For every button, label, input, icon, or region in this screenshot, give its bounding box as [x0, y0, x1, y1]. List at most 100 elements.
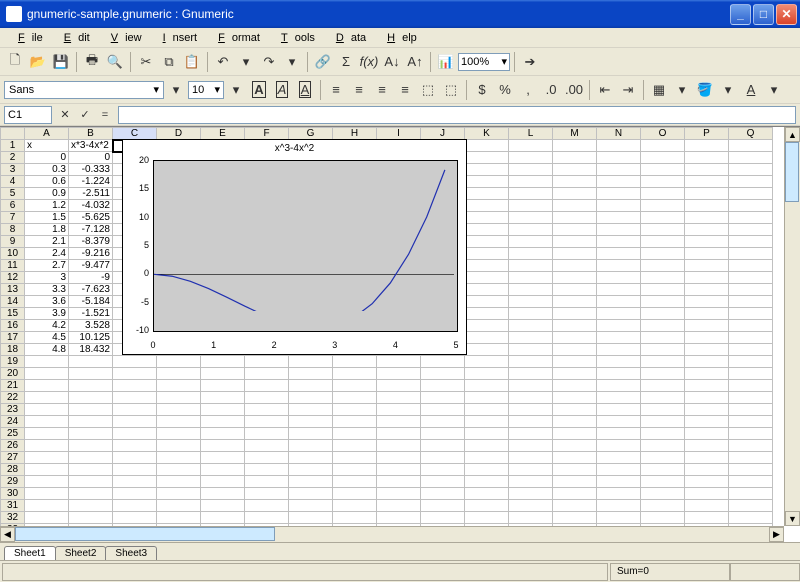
borders-button[interactable]: ▦ — [648, 79, 670, 101]
font-size-dropdown[interactable]: ▾ — [225, 79, 247, 101]
cell-E26[interactable] — [201, 440, 245, 452]
cell-E21[interactable] — [201, 380, 245, 392]
cell-M19[interactable] — [553, 356, 597, 368]
cell-H29[interactable] — [333, 476, 377, 488]
row-header-23[interactable]: 23 — [1, 404, 25, 416]
row-header-28[interactable]: 28 — [1, 464, 25, 476]
sheet-tab-sheet1[interactable]: Sheet1 — [4, 546, 56, 560]
cell-D27[interactable] — [157, 452, 201, 464]
sort-desc-button[interactable]: A↑ — [404, 51, 426, 73]
cell-M5[interactable] — [553, 188, 597, 200]
cell-P17[interactable] — [685, 332, 729, 344]
cell-N20[interactable] — [597, 368, 641, 380]
cell-A22[interactable] — [25, 392, 69, 404]
cell-E32[interactable] — [201, 512, 245, 524]
cell-A28[interactable] — [25, 464, 69, 476]
maximize-button[interactable]: □ — [753, 4, 774, 25]
cell-N16[interactable] — [597, 320, 641, 332]
cell-C30[interactable] — [113, 488, 157, 500]
cell-K29[interactable] — [465, 476, 509, 488]
cell-Q20[interactable] — [729, 368, 773, 380]
cell-Q6[interactable] — [729, 200, 773, 212]
cell-O23[interactable] — [641, 404, 685, 416]
row-header-13[interactable]: 13 — [1, 284, 25, 296]
new-button[interactable]: 🗋 — [4, 51, 26, 73]
cell-E27[interactable] — [201, 452, 245, 464]
cell-L13[interactable] — [509, 284, 553, 296]
cell-D30[interactable] — [157, 488, 201, 500]
column-header-J[interactable]: J — [421, 128, 465, 140]
column-header-F[interactable]: F — [245, 128, 289, 140]
cell-J32[interactable] — [421, 512, 465, 524]
cell-I28[interactable] — [377, 464, 421, 476]
cell-P8[interactable] — [685, 224, 729, 236]
row-header-32[interactable]: 32 — [1, 512, 25, 524]
cell-L25[interactable] — [509, 428, 553, 440]
cell-D24[interactable] — [157, 416, 201, 428]
cell-L32[interactable] — [509, 512, 553, 524]
cell-E30[interactable] — [201, 488, 245, 500]
decrease-indent-button[interactable]: ⇤ — [594, 79, 616, 101]
cell-B4[interactable]: -1.224 — [69, 176, 113, 188]
cell-M29[interactable] — [553, 476, 597, 488]
cell-B1[interactable]: x*3-4x*2 — [69, 140, 113, 152]
accept-edit-button[interactable]: ✓ — [76, 106, 94, 124]
cell-M8[interactable] — [553, 224, 597, 236]
row-header-20[interactable]: 20 — [1, 368, 25, 380]
vertical-scroll-thumb[interactable] — [785, 142, 799, 202]
cell-P23[interactable] — [685, 404, 729, 416]
row-header-17[interactable]: 17 — [1, 332, 25, 344]
cell-Q2[interactable] — [729, 152, 773, 164]
cell-C32[interactable] — [113, 512, 157, 524]
row-header-12[interactable]: 12 — [1, 272, 25, 284]
column-header-B[interactable]: B — [69, 128, 113, 140]
cell-N27[interactable] — [597, 452, 641, 464]
cell-N10[interactable] — [597, 248, 641, 260]
menu-edit[interactable]: Edit — [50, 30, 97, 46]
cell-H26[interactable] — [333, 440, 377, 452]
cell-M12[interactable] — [553, 272, 597, 284]
cell-P4[interactable] — [685, 176, 729, 188]
cell-J23[interactable] — [421, 404, 465, 416]
cell-O32[interactable] — [641, 512, 685, 524]
cell-K24[interactable] — [465, 416, 509, 428]
cell-N14[interactable] — [597, 296, 641, 308]
row-header-15[interactable]: 15 — [1, 308, 25, 320]
cell-A31[interactable] — [25, 500, 69, 512]
row-header-14[interactable]: 14 — [1, 296, 25, 308]
paste-button[interactable]: 📋 — [181, 51, 203, 73]
cell-D28[interactable] — [157, 464, 201, 476]
align-justify-button[interactable]: ≡ — [394, 79, 416, 101]
cell-P24[interactable] — [685, 416, 729, 428]
cell-J25[interactable] — [421, 428, 465, 440]
cell-L15[interactable] — [509, 308, 553, 320]
cell-K1[interactable] — [465, 140, 509, 152]
cell-O12[interactable] — [641, 272, 685, 284]
cell-B21[interactable] — [69, 380, 113, 392]
cell-L31[interactable] — [509, 500, 553, 512]
cell-O21[interactable] — [641, 380, 685, 392]
cell-K26[interactable] — [465, 440, 509, 452]
cell-Q22[interactable] — [729, 392, 773, 404]
cell-O3[interactable] — [641, 164, 685, 176]
cell-F20[interactable] — [245, 368, 289, 380]
cell-E29[interactable] — [201, 476, 245, 488]
cell-A11[interactable]: 2.7 — [25, 260, 69, 272]
scroll-up-button[interactable]: ▲ — [785, 127, 800, 142]
close-button[interactable]: ✕ — [776, 4, 797, 25]
cell-P22[interactable] — [685, 392, 729, 404]
cell-B14[interactable]: -5.184 — [69, 296, 113, 308]
cell-C24[interactable] — [113, 416, 157, 428]
cell-J20[interactable] — [421, 368, 465, 380]
cell-K14[interactable] — [465, 296, 509, 308]
cell-L18[interactable] — [509, 344, 553, 356]
cell-M23[interactable] — [553, 404, 597, 416]
sheet-tab-sheet2[interactable]: Sheet2 — [55, 546, 107, 560]
cell-G29[interactable] — [289, 476, 333, 488]
cell-I21[interactable] — [377, 380, 421, 392]
cell-F23[interactable] — [245, 404, 289, 416]
cell-I24[interactable] — [377, 416, 421, 428]
cell-B23[interactable] — [69, 404, 113, 416]
cell-Q5[interactable] — [729, 188, 773, 200]
column-header-P[interactable]: P — [685, 128, 729, 140]
